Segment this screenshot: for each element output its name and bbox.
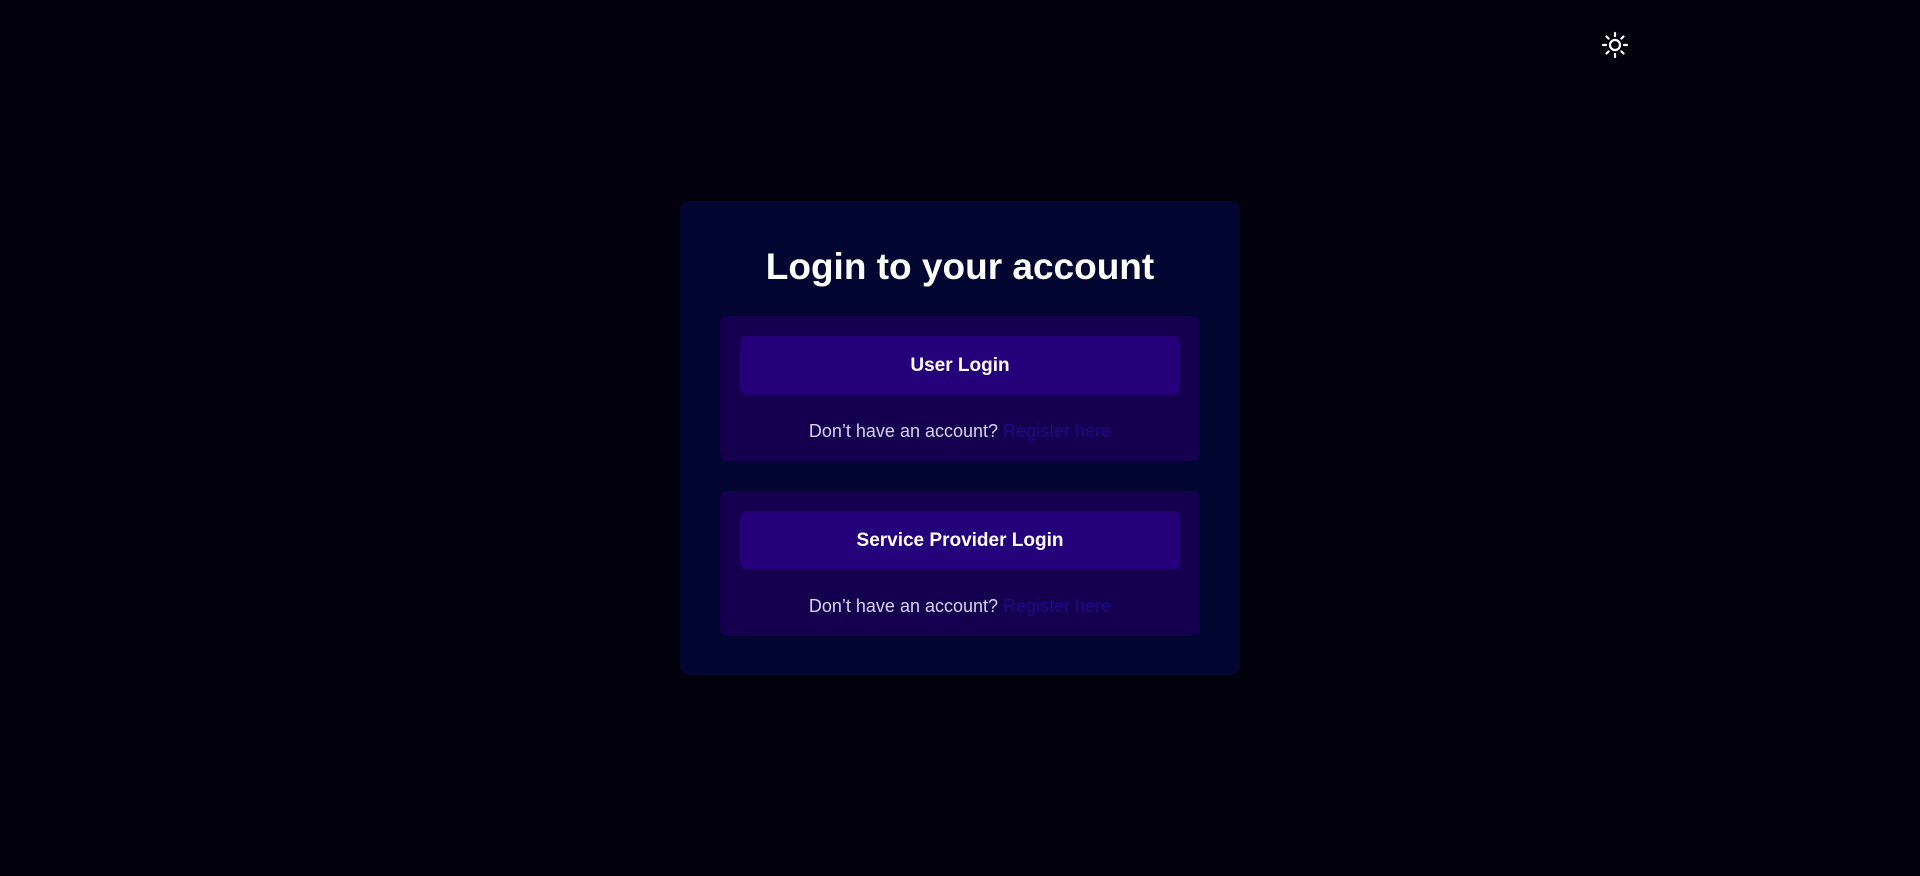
theme-toggle-button[interactable] (1600, 30, 1630, 60)
sun-icon (1601, 31, 1629, 59)
user-login-panel: User Login Don’t have an account? Regist… (720, 316, 1200, 461)
user-login-button[interactable]: User Login (740, 336, 1180, 395)
provider-register-text: Don’t have an account? (808, 596, 999, 616)
provider-login-panel: Service Provider Login Don’t have an acc… (720, 491, 1200, 636)
provider-register-prompt: Don’t have an account? Register here (720, 595, 1200, 617)
user-register-link[interactable]: Register here (1003, 421, 1111, 441)
login-page: Login to your account User Login Don’t h… (0, 0, 1920, 876)
page-title: Login to your account (765, 246, 1155, 287)
user-register-text: Don’t have an account? (808, 421, 999, 441)
user-register-prompt: Don’t have an account? Register here (720, 420, 1200, 442)
provider-login-button[interactable]: Service Provider Login (740, 511, 1180, 570)
provider-register-link[interactable]: Register here (1003, 596, 1111, 616)
login-card: Login to your account User Login Don’t h… (680, 201, 1240, 675)
